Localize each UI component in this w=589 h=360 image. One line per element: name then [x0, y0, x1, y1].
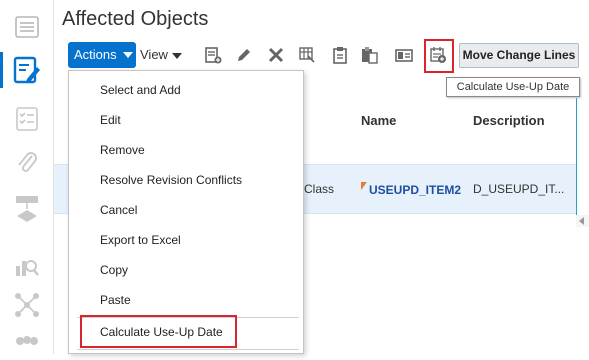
chevron-down-icon: [123, 52, 133, 58]
workflow-icon[interactable]: [14, 194, 40, 222]
menu-item-select-and-add[interactable]: Select and Add: [69, 75, 303, 105]
tooltip: Calculate Use-Up Date: [446, 77, 580, 97]
toolbar: Actions View Move Change Lines: [62, 39, 589, 73]
menu-item-export-to-excel[interactable]: Export to Excel: [69, 225, 303, 255]
column-header-name[interactable]: Name: [361, 113, 396, 128]
clipboard-icon[interactable]: [331, 46, 349, 64]
view-label: View: [140, 47, 168, 62]
chevron-down-icon: [171, 52, 182, 59]
menu-item-paste[interactable]: Paste: [69, 285, 303, 315]
horizontal-scrollbar[interactable]: [576, 215, 589, 227]
actions-label: Actions: [74, 47, 117, 62]
table-icon[interactable]: [298, 46, 316, 64]
pencil-icon[interactable]: [235, 46, 253, 64]
menu-item-remove[interactable]: Remove: [69, 135, 303, 165]
actions-menu: Select and Add Edit Remove Resolve Revis…: [68, 70, 304, 354]
network-icon[interactable]: [14, 292, 40, 318]
edit-document-icon[interactable]: [0, 52, 54, 88]
people-icon[interactable]: [14, 334, 40, 360]
menu-item-copy[interactable]: Copy: [69, 255, 303, 285]
menu-separator: [77, 349, 299, 350]
export-icon[interactable]: [395, 46, 413, 64]
left-rail: [0, 0, 54, 354]
column-divider: [576, 98, 577, 218]
column-header-description[interactable]: Description: [473, 113, 545, 128]
class-cell: Class: [304, 182, 335, 196]
menu-item-edit[interactable]: Edit: [69, 105, 303, 135]
paperclip-icon[interactable]: [14, 150, 40, 176]
highlight-box: [424, 39, 454, 73]
flag-icon: [361, 182, 367, 190]
highlight-box: [80, 315, 237, 348]
view-menu-button[interactable]: View: [140, 42, 182, 68]
move-change-lines-button[interactable]: Move Change Lines: [459, 43, 579, 68]
menu-item-resolve-revision-conflicts[interactable]: Resolve Revision Conflicts: [69, 165, 303, 195]
list-icon[interactable]: [14, 14, 40, 40]
item-link[interactable]: USEUPD_ITEM2: [369, 183, 461, 197]
add-row-icon[interactable]: [204, 46, 222, 64]
name-cell[interactable]: USEUPD_ITEM2: [361, 182, 461, 197]
chart-search-icon[interactable]: [14, 252, 40, 278]
paste-icon[interactable]: [360, 46, 378, 64]
actions-menu-button[interactable]: Actions: [68, 42, 136, 68]
checklist-icon[interactable]: [14, 106, 40, 132]
page-title: Affected Objects: [62, 8, 209, 30]
delete-x-icon[interactable]: [267, 46, 285, 64]
scroll-left-icon[interactable]: [579, 217, 584, 225]
description-cell: D_USEUPD_IT...: [473, 182, 565, 196]
menu-item-cancel[interactable]: Cancel: [69, 195, 303, 225]
